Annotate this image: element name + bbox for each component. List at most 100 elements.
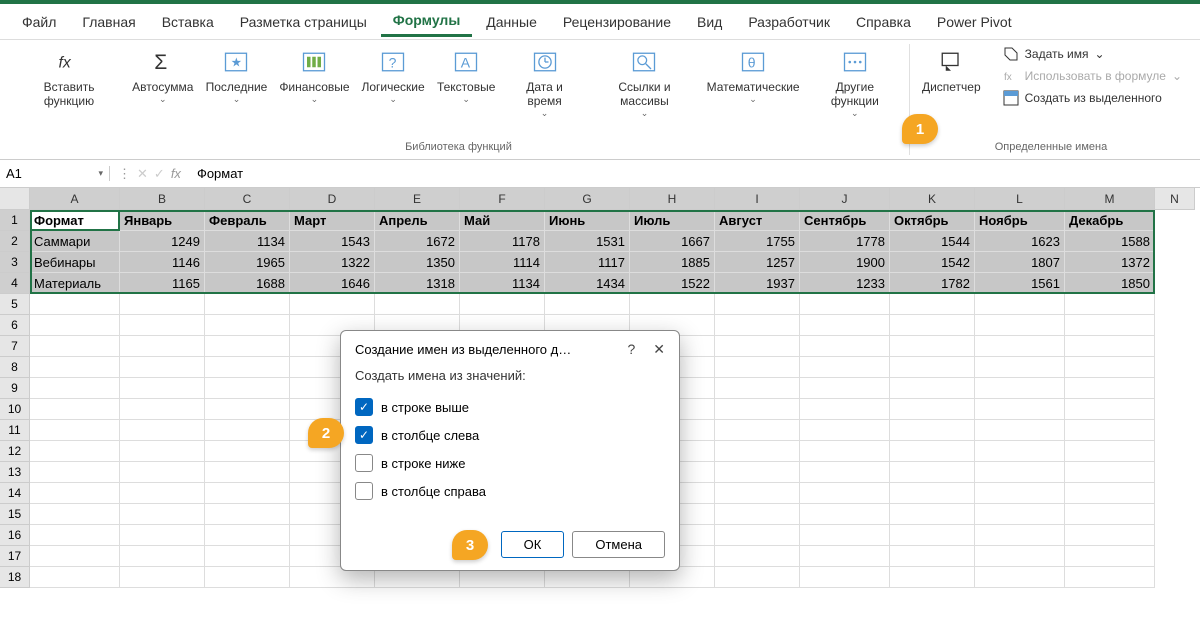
cell-A15[interactable] [30,504,120,525]
cell-C9[interactable] [205,378,290,399]
cell-K16[interactable] [890,525,975,546]
menu-разработчик[interactable]: Разработчик [736,8,842,36]
col-header-C[interactable]: C [205,188,290,210]
cell-H5[interactable] [630,294,715,315]
cell-K14[interactable] [890,483,975,504]
cell-L6[interactable] [975,315,1065,336]
cell-A7[interactable] [30,336,120,357]
row-header-10[interactable]: 10 [0,399,30,420]
cell-E1[interactable]: Апрель [375,210,460,231]
cell-M10[interactable] [1065,399,1155,420]
cell-A5[interactable] [30,294,120,315]
checkbox-opt-0[interactable]: ✓ [355,398,373,416]
cell-A13[interactable] [30,462,120,483]
cell-J3[interactable]: 1900 [800,252,890,273]
checkbox-opt-3[interactable] [355,482,373,500]
cell-B16[interactable] [120,525,205,546]
help-icon[interactable]: ? [627,341,635,358]
cell-K5[interactable] [890,294,975,315]
cell-L13[interactable] [975,462,1065,483]
cell-I14[interactable] [715,483,800,504]
cell-A11[interactable] [30,420,120,441]
row-header-1[interactable]: 1 [0,210,30,231]
cell-M12[interactable] [1065,441,1155,462]
name-box[interactable]: A1▾ [0,166,110,181]
create-from-selection-button[interactable]: Создать из выделенного [999,88,1186,108]
menu-главная[interactable]: Главная [70,8,147,36]
row-header-13[interactable]: 13 [0,462,30,483]
col-header-M[interactable]: M [1065,188,1155,210]
name-manager-button[interactable]: Диспетчер [916,44,987,98]
cancel-icon[interactable]: ✕ [137,166,148,182]
cell-B9[interactable] [120,378,205,399]
cell-M2[interactable]: 1588 [1065,231,1155,252]
cell-J6[interactable] [800,315,890,336]
financial-button[interactable]: Финансовые⌄ [275,44,353,109]
cell-A14[interactable] [30,483,120,504]
cell-L11[interactable] [975,420,1065,441]
cell-C17[interactable] [205,546,290,567]
datetime-button[interactable]: Дата и время⌄ [504,44,586,123]
cell-B10[interactable] [120,399,205,420]
cell-D4[interactable]: 1646 [290,273,375,294]
cell-K9[interactable] [890,378,975,399]
cell-J9[interactable] [800,378,890,399]
cell-B7[interactable] [120,336,205,357]
cell-J1[interactable]: Сентябрь [800,210,890,231]
menu-справка[interactable]: Справка [844,8,923,36]
cell-A1[interactable]: Формат [30,210,120,231]
ok-button[interactable]: ОК [501,531,565,558]
cell-K12[interactable] [890,441,975,462]
row-header-8[interactable]: 8 [0,357,30,378]
menu-рецензирование[interactable]: Рецензирование [551,8,683,36]
col-header-J[interactable]: J [800,188,890,210]
cell-M7[interactable] [1065,336,1155,357]
cell-M5[interactable] [1065,294,1155,315]
cell-C10[interactable] [205,399,290,420]
cell-E3[interactable]: 1350 [375,252,460,273]
close-icon[interactable]: ✕ [653,341,665,358]
cell-B13[interactable] [120,462,205,483]
cell-B1[interactable]: Январь [120,210,205,231]
cell-C4[interactable]: 1688 [205,273,290,294]
cell-L2[interactable]: 1623 [975,231,1065,252]
cell-C16[interactable] [205,525,290,546]
cell-I15[interactable] [715,504,800,525]
cell-I8[interactable] [715,357,800,378]
cell-L4[interactable]: 1561 [975,273,1065,294]
math-button[interactable]: θ Математические⌄ [703,44,802,109]
cell-D1[interactable]: Март [290,210,375,231]
row-header-9[interactable]: 9 [0,378,30,399]
col-header-I[interactable]: I [715,188,800,210]
cell-F1[interactable]: Май [460,210,545,231]
cell-M11[interactable] [1065,420,1155,441]
cell-J13[interactable] [800,462,890,483]
cell-I12[interactable] [715,441,800,462]
col-header-B[interactable]: B [120,188,205,210]
cell-B2[interactable]: 1249 [120,231,205,252]
cell-L5[interactable] [975,294,1065,315]
cell-C15[interactable] [205,504,290,525]
cell-B8[interactable] [120,357,205,378]
cell-C2[interactable]: 1134 [205,231,290,252]
cell-C18[interactable] [205,567,290,588]
cell-M3[interactable]: 1372 [1065,252,1155,273]
cancel-button[interactable]: Отмена [572,531,665,558]
cell-B17[interactable] [120,546,205,567]
cell-I13[interactable] [715,462,800,483]
cell-A4[interactable]: Материаль [30,273,120,294]
cell-K6[interactable] [890,315,975,336]
row-header-6[interactable]: 6 [0,315,30,336]
col-header-L[interactable]: L [975,188,1065,210]
cell-K10[interactable] [890,399,975,420]
cell-I10[interactable] [715,399,800,420]
cell-C14[interactable] [205,483,290,504]
cell-I18[interactable] [715,567,800,588]
col-header-A[interactable]: A [30,188,120,210]
row-header-2[interactable]: 2 [0,231,30,252]
cell-L7[interactable] [975,336,1065,357]
insert-function-button[interactable]: fx Вставить функцию [14,44,124,112]
cell-L10[interactable] [975,399,1065,420]
accept-icon[interactable]: ✓ [154,166,165,182]
cell-B12[interactable] [120,441,205,462]
